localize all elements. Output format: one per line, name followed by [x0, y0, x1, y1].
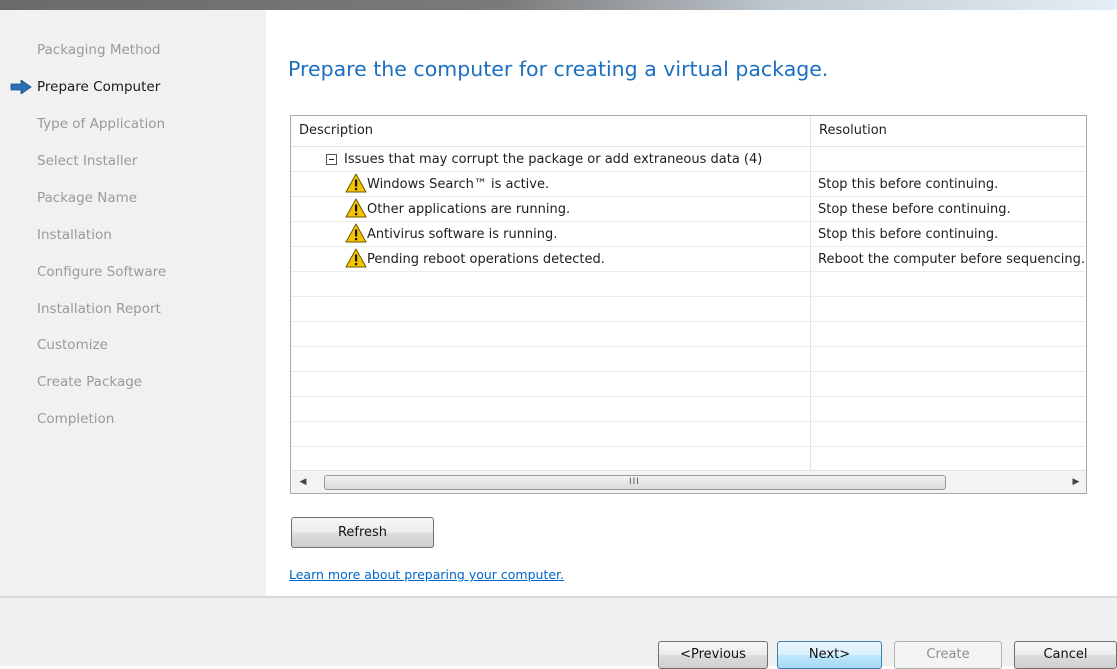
scroll-grip: III	[629, 477, 640, 487]
issue-description: Pending reboot operations detected.	[367, 252, 605, 267]
scroll-right-arrow-icon[interactable]: ▶	[1065, 471, 1086, 493]
row-separator	[291, 396, 1086, 397]
current-step-arrow-icon	[10, 80, 32, 94]
row-separator	[291, 371, 1086, 372]
issue-resolution: Reboot the computer before sequencing.	[818, 252, 1085, 267]
collapse-toggle-icon[interactable]	[326, 154, 337, 165]
page-title: Prepare the computer for creating a virt…	[288, 57, 829, 81]
issue-description: Antivirus software is running.	[367, 227, 558, 242]
step-select-installer: Select Installer	[37, 153, 138, 169]
cancel-button[interactable]: Cancel	[1014, 641, 1117, 669]
step-prepare-computer: Prepare Computer	[10, 77, 161, 97]
column-header-description[interactable]: Description	[291, 116, 810, 146]
step-completion: Completion	[37, 411, 115, 427]
scroll-left-arrow-icon[interactable]: ◀	[292, 471, 314, 493]
step-configure-software: Configure Software	[37, 264, 167, 280]
issue-description: Windows Search™ is active.	[367, 177, 550, 192]
horizontal-scrollbar[interactable]: ◀ III ▶	[292, 470, 1086, 493]
step-label: Prepare Computer	[37, 79, 161, 95]
step-type-of-application: Type of Application	[37, 116, 166, 132]
group-label: Issues that may corrupt the package or a…	[344, 152, 763, 167]
warning-icon	[345, 223, 367, 243]
issue-description: Other applications are running.	[367, 202, 571, 217]
create-button[interactable]: Create	[894, 641, 1002, 669]
column-divider	[810, 116, 811, 470]
issue-resolution: Stop this before continuing.	[818, 177, 999, 192]
refresh-button[interactable]: Refresh	[291, 517, 434, 548]
wizard-footer: <Previous Next> Create Cancel	[0, 598, 1117, 669]
previous-button[interactable]: <Previous	[658, 641, 768, 669]
learn-more-link[interactable]: Learn more about preparing your computer…	[289, 566, 564, 584]
step-customize: Customize	[37, 337, 108, 353]
step-installation: Installation	[37, 227, 112, 243]
warning-icon	[345, 173, 367, 193]
scrollbar-thumb[interactable]: III	[324, 475, 946, 490]
issue-resolution: Stop this before continuing.	[818, 227, 999, 242]
wizard-step-sidebar: Packaging Method Prepare Computer Type o…	[0, 10, 266, 596]
step-package-name: Package Name	[37, 190, 138, 206]
row-separator	[291, 446, 1086, 447]
step-installation-report: Installation Report	[37, 301, 161, 317]
row-separator	[291, 346, 1086, 347]
warning-icon	[345, 198, 367, 218]
issues-grid[interactable]: Description Resolution Issues that may c…	[290, 115, 1087, 494]
window-top-bar	[0, 0, 1117, 10]
step-create-package: Create Package	[37, 374, 143, 390]
step-packaging-method: Packaging Method	[37, 42, 161, 58]
grid-header: Description Resolution	[291, 116, 1086, 147]
column-header-resolution[interactable]: Resolution	[811, 116, 1086, 146]
warning-icon	[345, 248, 367, 268]
row-separator	[291, 296, 1086, 297]
row-separator	[291, 421, 1086, 422]
issue-resolution: Stop these before continuing.	[818, 202, 1011, 217]
next-button[interactable]: Next>	[777, 641, 882, 669]
row-separator	[291, 321, 1086, 322]
